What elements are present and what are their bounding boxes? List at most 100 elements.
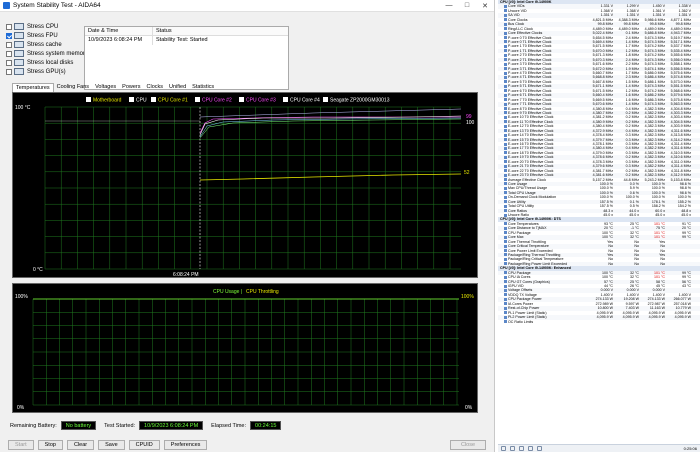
- sensor-icon: [504, 244, 507, 248]
- sensor-icon: [504, 102, 507, 106]
- stress-memory-option[interactable]: Stress system memory: [6, 49, 88, 58]
- stress-fpu-checkbox[interactable]: [6, 32, 12, 39]
- close-window-button[interactable]: ✕: [476, 0, 494, 12]
- tab-unified[interactable]: Unified: [166, 83, 189, 92]
- sensor-icon: [504, 49, 507, 53]
- sensor-icon: [504, 151, 507, 155]
- sensor-name-text: SA VID: [508, 13, 520, 18]
- stress-fpu-option[interactable]: Stress FPU: [6, 31, 88, 40]
- stress-cache-checkbox[interactable]: [6, 41, 12, 48]
- stress-disks-label: Stress local disks: [27, 59, 74, 66]
- legend-motherboard-checkbox[interactable]: [86, 97, 91, 102]
- stress-disks-option[interactable]: Stress local disks: [6, 58, 88, 67]
- sensor-icon: [504, 58, 507, 62]
- cpu-usage-title: CPU Usage: [213, 289, 240, 295]
- sensor-name-text: OC Ratio Limits: [508, 319, 534, 324]
- sensor-name-text: P-core 0 T1 Effective Clock: [508, 39, 552, 44]
- clear-button[interactable]: Clear: [66, 440, 95, 450]
- sensor-name-text: Package/Ring Power Limit Exceeded: [508, 261, 568, 266]
- tab-cooling-fans[interactable]: Cooling Fans: [54, 83, 92, 92]
- tab-temperatures[interactable]: Temperatures: [12, 83, 54, 92]
- sensor-icon: [504, 129, 507, 133]
- hwinfo-toolbar: 0:25:06: [498, 444, 700, 452]
- reset-icon[interactable]: [528, 446, 533, 451]
- sensor-name-text: E-core 23 T0 Effective Clock: [508, 173, 554, 178]
- sensor-icon: [504, 164, 507, 168]
- sensor-row[interactable]: OC Ratio Limits: [498, 320, 700, 324]
- sensor-name-text: Core Clocks: [508, 17, 528, 22]
- gpu-icon: [14, 68, 24, 75]
- settings-icon[interactable]: [519, 446, 524, 451]
- sensor-icon: [504, 182, 507, 186]
- sensor-icon: [504, 311, 507, 315]
- start-button[interactable]: Start: [8, 440, 34, 450]
- tab-powers[interactable]: Powers: [119, 83, 143, 92]
- tab-statistics[interactable]: Statistics: [189, 83, 217, 92]
- col-date-time[interactable]: Date & Time: [85, 27, 153, 35]
- elapsed-clock: 0:25:06: [683, 446, 697, 451]
- sensor-name-text: E-core 22 T0 Effective Clock: [508, 168, 554, 173]
- stress-disks-checkbox[interactable]: [6, 59, 12, 66]
- sensor-icon: [504, 89, 507, 93]
- stress-gpu-option[interactable]: Stress GPU(s): [6, 67, 88, 76]
- preferences-button[interactable]: Preferences: [163, 440, 208, 450]
- close-button[interactable]: Close: [450, 440, 486, 450]
- legend-core1-checkbox[interactable]: [151, 97, 156, 102]
- sensor-icon: [504, 226, 507, 230]
- legend-core3-checkbox[interactable]: [239, 97, 244, 102]
- tab-clocks[interactable]: Clocks: [144, 83, 167, 92]
- sensor-name-text: P-core 4 T1 Effective Clock: [508, 75, 552, 80]
- stress-cache-option[interactable]: Stress cache: [6, 40, 88, 49]
- sensor-icon: [504, 93, 507, 97]
- current-value: [588, 320, 614, 324]
- sensor-icon: [504, 249, 507, 253]
- legend-cpu-core-4: CPU Core #4: [290, 98, 320, 104]
- right-axis-bottom: 0%: [465, 405, 473, 411]
- temperature-graph: Motherboard CPU CPU Core #1 CPU Core #2 …: [12, 92, 478, 278]
- stress-cpu-checkbox[interactable]: [6, 23, 12, 30]
- sensor-icon: [504, 107, 507, 111]
- sensor-icon: [504, 9, 507, 13]
- window-controls: — □ ✕: [440, 0, 494, 12]
- sensor-icon: [504, 195, 507, 199]
- col-status[interactable]: Status: [153, 27, 288, 35]
- right-axis-top: 100%: [461, 294, 474, 300]
- collapse-icon[interactable]: [510, 446, 515, 451]
- disk-icon: [14, 59, 24, 66]
- stop-button[interactable]: Stop: [37, 440, 63, 450]
- row-date-time: 10/9/2023 6:08:24 PM: [85, 36, 153, 45]
- sensor-name-text: PL1 Power Limit (Static): [508, 310, 547, 315]
- sensor-icon: [504, 213, 507, 217]
- minimize-button[interactable]: —: [440, 0, 458, 12]
- title-bar: System Stability Test - AIDA64 — □ ✕: [0, 0, 494, 12]
- stress-memory-checkbox[interactable]: [6, 50, 12, 57]
- sensor-icon: [504, 191, 507, 195]
- sensor-list[interactable]: CPU [#0]: Intel Core i9-14900K Core VIDs 1…: [498, 0, 700, 324]
- legend-core4-checkbox[interactable]: [283, 97, 288, 102]
- save-button[interactable]: Save: [98, 440, 125, 450]
- stress-cpu-option[interactable]: Stress CPU: [6, 22, 88, 31]
- legend-cpu-checkbox[interactable]: [129, 97, 134, 102]
- cpu-throttling-title: CPU Throttling: [246, 289, 279, 295]
- maximize-button[interactable]: □: [458, 0, 476, 12]
- sensor-icon: [504, 53, 507, 57]
- legend-ssd-checkbox[interactable]: [323, 97, 328, 102]
- aida64-window: System Stability Test - AIDA64 — □ ✕ Str…: [0, 0, 495, 452]
- tab-voltages[interactable]: Voltages: [92, 83, 119, 92]
- sensor-name-text: P-core 5 T1 Effective Clock: [508, 84, 552, 89]
- sensor-name-text: Core Max: [508, 235, 524, 240]
- aida64-app-icon: [3, 2, 10, 9]
- sensor-name-text: Average Effective Clock: [508, 177, 547, 182]
- log-icon[interactable]: [537, 446, 542, 451]
- sensor-name-text: Package/Ring Thermal Throttling: [508, 252, 561, 257]
- avg-value: [666, 320, 692, 324]
- cpuid-button[interactable]: CPUID: [128, 440, 160, 450]
- expand-icon[interactable]: [501, 446, 506, 451]
- table-row[interactable]: 10/9/2023 6:08:24 PM Stability Test: Sta…: [85, 36, 288, 45]
- sensor-name-text: Ring/LLC Clock: [508, 26, 533, 31]
- legend-core2-checkbox[interactable]: [195, 97, 200, 102]
- sensor-name-text: Voltage Offsets: [508, 288, 533, 293]
- stress-gpu-checkbox[interactable]: [6, 68, 12, 75]
- test-started-value: 10/9/2023 6:08:24 PM: [139, 421, 204, 430]
- sensor-icon: [504, 235, 507, 239]
